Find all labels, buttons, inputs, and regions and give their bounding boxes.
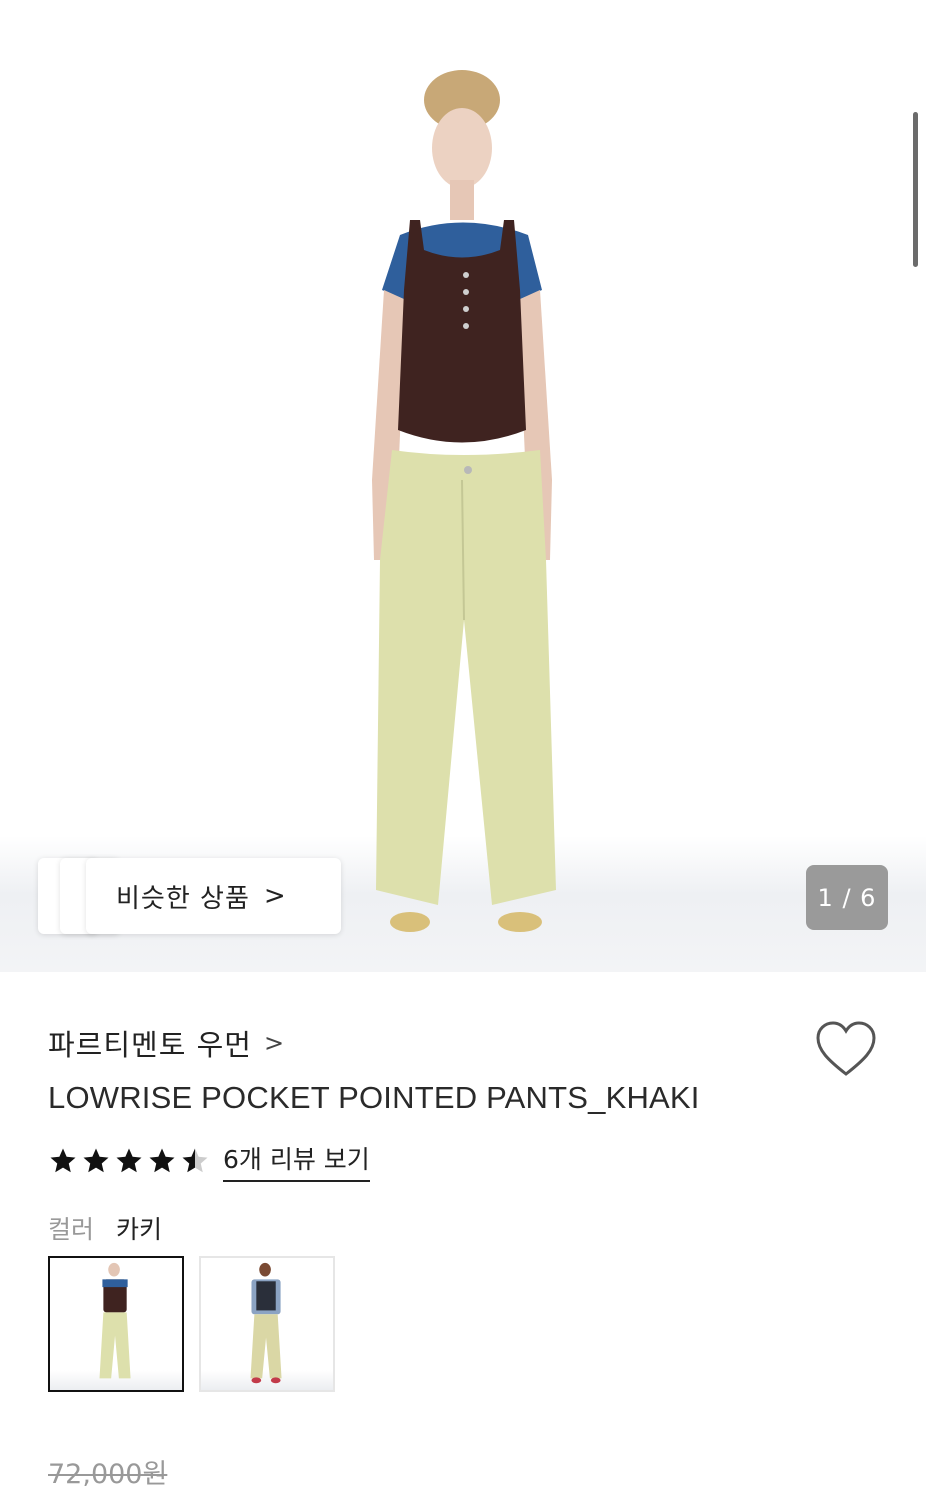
star-icon <box>149 1148 175 1173</box>
original-price: 72,000원 <box>48 1459 168 1490</box>
similar-products-label: 비슷한 상품 <box>116 883 250 914</box>
model-photo <box>372 70 556 932</box>
brand-link[interactable]: 파르티멘토 우먼 > <box>48 1022 284 1064</box>
product-image-gallery[interactable]: 비슷한 상품 > 1 / 6 <box>0 0 926 972</box>
rating-row: 6개 리뷰 보기 <box>48 1140 370 1182</box>
color-swatches <box>48 1256 350 1392</box>
brand-name: 파르티멘토 우먼 <box>48 1028 252 1062</box>
color-label: 컬러 <box>48 1215 95 1244</box>
color-swatch-khaki-navy[interactable] <box>199 1256 335 1392</box>
star-icon <box>83 1148 109 1173</box>
heart-icon[interactable] <box>814 1020 878 1078</box>
swatch-thumbnail <box>99 1262 131 1379</box>
scrollbar[interactable] <box>913 112 918 267</box>
image-page-counter: 1 / 6 <box>806 865 888 930</box>
review-link[interactable]: 6개 리뷰 보기 <box>223 1140 370 1182</box>
half-star-icon <box>182 1148 208 1173</box>
color-row: 컬러 카키 <box>48 1210 162 1246</box>
rating-stars <box>48 1146 213 1176</box>
color-value: 카키 <box>116 1215 163 1244</box>
chevron-right-icon: > <box>263 881 286 911</box>
color-swatch-khaki-brown[interactable] <box>48 1256 184 1392</box>
star-icon <box>116 1148 142 1173</box>
swatch-thumbnail <box>250 1262 282 1384</box>
chevron-right-icon: > <box>263 1029 285 1057</box>
product-title: LOWRISE POCKET POINTED PANTS_KHAKI <box>48 1080 700 1115</box>
similar-products-button[interactable]: 비슷한 상품 > <box>86 858 341 934</box>
star-icon <box>50 1148 76 1173</box>
